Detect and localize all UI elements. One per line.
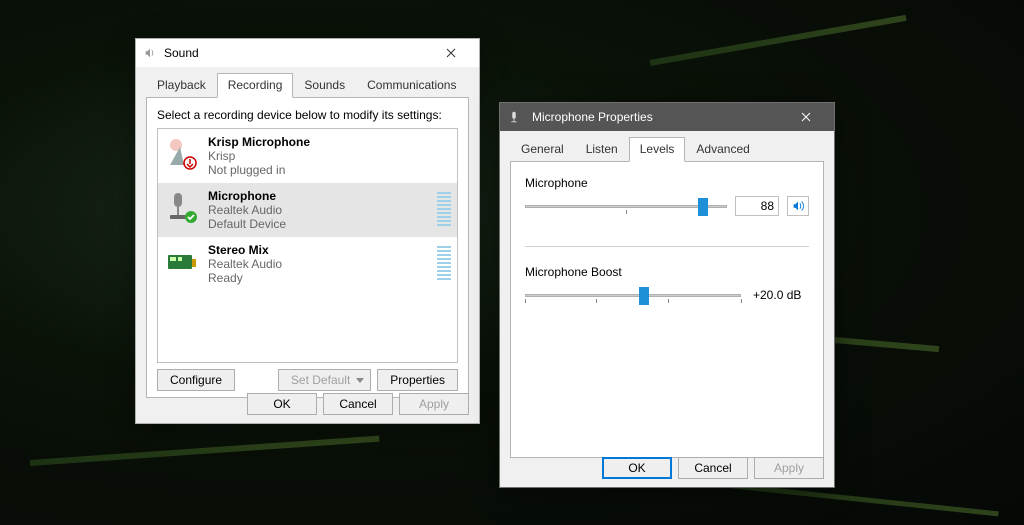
mic-tab-body: Microphone Microphone Boost <box>510 162 824 458</box>
tab-advanced[interactable]: Advanced <box>685 137 760 162</box>
mic-level-section: Microphone <box>525 176 809 216</box>
speaker-icon[interactable] <box>787 196 809 216</box>
slider-thumb[interactable] <box>698 198 708 216</box>
divider <box>525 246 809 247</box>
device-row-krisp[interactable]: Krisp Microphone Krisp Not plugged in <box>158 129 457 183</box>
tab-recording[interactable]: Recording <box>217 73 294 98</box>
sound-tab-body: Select a recording device below to modif… <box>146 98 469 398</box>
device-status: Default Device <box>208 217 286 231</box>
mic-title-icon <box>506 109 522 125</box>
mic-boost-value: +20.0 dB <box>749 288 809 302</box>
device-row-stereo-mix[interactable]: Stereo Mix Realtek Audio Ready <box>158 237 457 291</box>
tab-sounds[interactable]: Sounds <box>293 73 356 98</box>
ok-button[interactable]: OK <box>247 393 317 415</box>
device-row-microphone[interactable]: Microphone Realtek Audio Default Device <box>158 183 457 237</box>
close-button[interactable] <box>429 39 473 67</box>
tab-general[interactable]: General <box>510 137 575 162</box>
vu-meter <box>437 192 451 228</box>
tab-communications[interactable]: Communications <box>356 73 467 98</box>
mic-level-slider[interactable] <box>525 196 727 216</box>
device-name: Microphone <box>208 189 286 203</box>
mic-title: Microphone Properties <box>528 110 784 124</box>
device-name: Stereo Mix <box>208 243 282 257</box>
close-button[interactable] <box>784 103 828 131</box>
device-status: Ready <box>208 271 282 285</box>
mic-boost-section: Microphone Boost +20.0 dB <box>525 265 809 305</box>
cancel-button[interactable]: Cancel <box>323 393 393 415</box>
microphone-icon <box>164 189 200 225</box>
mic-tabstrip: General Listen Levels Advanced <box>500 131 834 162</box>
mic-boost-label: Microphone Boost <box>525 265 809 279</box>
sound-titlebar[interactable]: Sound <box>136 39 479 67</box>
device-button-row: Configure Set Default Properties <box>157 369 458 391</box>
instruction-text: Select a recording device below to modif… <box>157 108 458 122</box>
krisp-icon <box>164 135 200 171</box>
configure-button[interactable]: Configure <box>157 369 235 391</box>
sound-footer: OK Cancel Apply <box>247 393 469 415</box>
sound-tabstrip: Playback Recording Sounds Communications <box>136 67 479 98</box>
device-name: Krisp Microphone <box>208 135 310 149</box>
tab-playback[interactable]: Playback <box>146 73 217 98</box>
sound-title: Sound <box>164 46 429 60</box>
wallpaper-decor <box>649 15 906 66</box>
sound-icon <box>142 45 158 61</box>
device-sub: Realtek Audio <box>208 203 286 217</box>
mic-footer: OK Cancel Apply <box>602 457 824 479</box>
tab-levels[interactable]: Levels <box>629 137 686 162</box>
device-status: Not plugged in <box>208 163 310 177</box>
mic-properties-dialog: Microphone Properties General Listen Lev… <box>499 102 835 488</box>
cancel-button[interactable]: Cancel <box>678 457 748 479</box>
apply-button[interactable]: Apply <box>399 393 469 415</box>
apply-button[interactable]: Apply <box>754 457 824 479</box>
device-list[interactable]: Krisp Microphone Krisp Not plugged in <box>157 128 458 363</box>
slider-thumb[interactable] <box>639 287 649 305</box>
mic-level-value[interactable] <box>735 196 779 216</box>
mic-boost-slider[interactable] <box>525 285 741 305</box>
vu-meter <box>437 246 451 282</box>
chevron-down-icon <box>356 378 364 383</box>
set-default-button[interactable]: Set Default <box>278 369 371 391</box>
stereo-mix-icon <box>164 243 200 279</box>
wallpaper-decor <box>30 436 380 466</box>
sound-dialog: Sound Playback Recording Sounds Communic… <box>135 38 480 424</box>
mic-titlebar[interactable]: Microphone Properties <box>500 103 834 131</box>
device-sub: Realtek Audio <box>208 257 282 271</box>
tab-listen[interactable]: Listen <box>575 137 629 162</box>
properties-button[interactable]: Properties <box>377 369 458 391</box>
mic-level-label: Microphone <box>525 176 809 190</box>
desktop-wallpaper: Sound Playback Recording Sounds Communic… <box>0 0 1024 525</box>
ok-button[interactable]: OK <box>602 457 672 479</box>
device-sub: Krisp <box>208 149 310 163</box>
